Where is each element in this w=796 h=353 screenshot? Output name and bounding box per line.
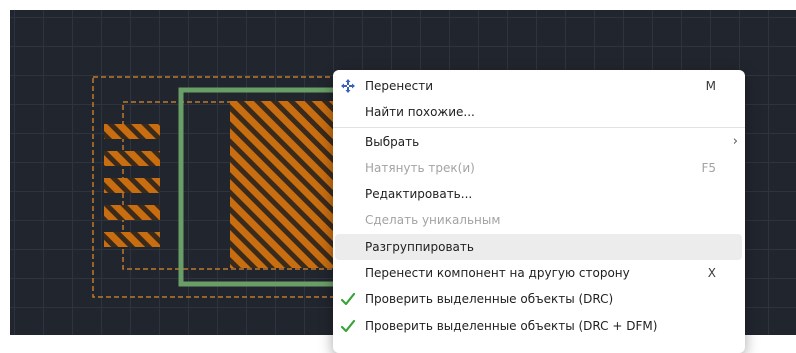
pin-pad	[104, 124, 160, 139]
menu-item-flip-side[interactable]: Перенести компонент на другую сторону X	[335, 260, 742, 286]
menu-item-label: Разгруппировать	[365, 239, 474, 254]
menu-item-label: Выбрать	[365, 134, 420, 149]
shortcut-label: F5	[701, 160, 716, 175]
menu-item-label: Проверить выделенные объекты (DRC)	[365, 292, 614, 307]
menu-separator	[333, 126, 745, 128]
menu-item-select[interactable]: Выбрать ›	[335, 129, 742, 155]
pin-pad	[104, 178, 160, 193]
pin-pad	[104, 232, 160, 247]
shortcut-label: M	[705, 79, 716, 93]
menu-item-label: Натянуть трек(и)	[365, 160, 475, 175]
menu-item-check-drc-dfm[interactable]: Проверить выделенные объекты (DRC + DFM)	[335, 313, 742, 339]
menu-item-edit[interactable]: Редактировать...	[335, 181, 742, 207]
menu-item-label: Перенести	[365, 79, 434, 93]
menu-item-make-unique[interactable]: Сделать уникальным	[335, 207, 742, 233]
menu-item-check-drc[interactable]: Проверить выделенные объекты (DRC)	[335, 286, 742, 312]
context-menu: Перенести M Найти похожие... Выбрать › Н…	[333, 70, 745, 353]
menu-item-label: Сделать уникальным	[365, 213, 501, 228]
checkmark-icon	[340, 319, 356, 332]
shortcut-label: X	[707, 266, 716, 281]
pin-pad	[104, 151, 160, 166]
checkmark-icon	[340, 293, 356, 306]
pin-pad	[104, 205, 160, 220]
move-icon	[341, 79, 355, 93]
thermal-pad	[230, 101, 348, 268]
menu-item-move[interactable]: Перенести M	[335, 73, 742, 99]
menu-item-stretch-track[interactable]: Натянуть трек(и) F5	[335, 155, 742, 181]
menu-item-label: Перенести компонент на другую сторону	[365, 266, 630, 281]
chevron-right-icon: ›	[732, 133, 738, 149]
menu-item-label: Найти похожие...	[365, 105, 475, 120]
menu-item-label: Редактировать...	[365, 187, 473, 202]
menu-item-find-similar[interactable]: Найти похожие...	[335, 99, 742, 125]
menu-item-ungroup[interactable]: Разгруппировать	[335, 233, 742, 261]
menu-item-label: Проверить выделенные объекты (DRC + DFM)	[365, 318, 658, 333]
